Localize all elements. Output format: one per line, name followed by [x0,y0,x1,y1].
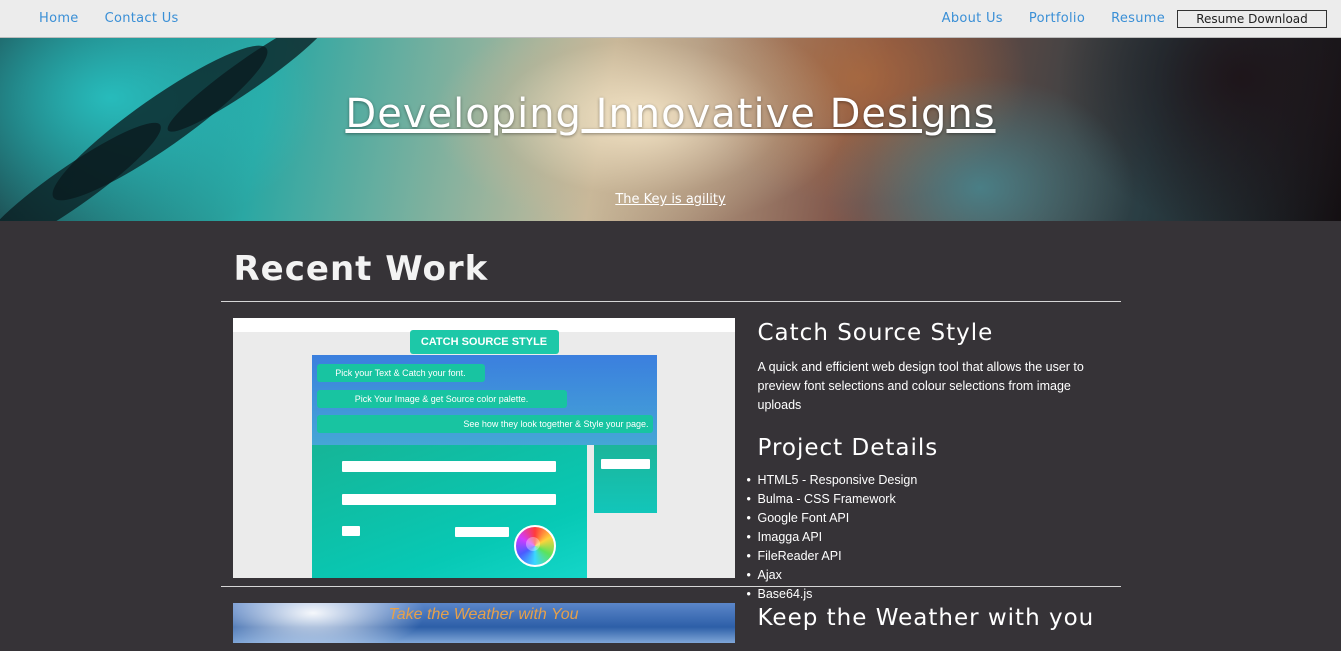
project-screenshot[interactable]: Take the Weather with You [232,603,735,643]
screenshot-header-pill: CATCH SOURCE STYLE [409,330,559,354]
detail-item: Bulma - CSS Framework [747,490,1118,509]
project-title: Catch Source Style [757,320,994,346]
screenshot-mini-input [341,526,360,536]
nav-link-portfolio[interactable]: Portfolio [1029,11,1085,26]
project-details-list: HTML5 - Responsive Design Bulma - CSS Fr… [747,471,1118,604]
detail-item: HTML5 - Responsive Design [747,471,1118,490]
screenshot-mini-input [600,459,650,469]
project-info: Catch Source Style A quick and efficient… [735,318,1118,604]
screenshot-header-text: Take the Weather with You [388,606,579,623]
screenshot-step-1: Pick your Text & Catch your font. [316,364,485,382]
nav-link-home[interactable]: Home [39,11,79,26]
screenshot-side-panel [593,445,657,513]
color-wheel-center [525,537,540,551]
project-title: Keep the Weather with you [757,605,1095,631]
hero-banner: Developing Innovative Designs The Key is… [0,38,1341,221]
project-card: CATCH SOURCE STYLE Pick your Text & Catc… [221,302,1121,604]
detail-item: FileReader API [747,547,1118,566]
color-wheel-icon [513,525,556,567]
detail-item: Imagga API [747,528,1118,547]
nav-link-resume[interactable]: Resume [1111,11,1165,26]
hero-title[interactable]: Developing Innovative Designs [0,91,1341,137]
screenshot-mini-input [341,461,556,472]
nav-left: Home Contact Us [39,11,205,26]
detail-item: Google Font API [747,509,1118,528]
screenshot-step-2: Pick Your Image & get Source color palet… [316,390,567,408]
screenshot-mini-input [341,494,556,505]
screenshot-mini-input [454,527,509,537]
resume-download-button[interactable]: Resume Download [1177,9,1327,28]
project-description: A quick and efficient web design tool th… [757,360,1084,412]
detail-item: Ajax [747,566,1118,585]
project-info: Keep the Weather with you [735,603,1095,647]
section-title: Recent Work [233,249,489,289]
hero-subtitle[interactable]: The Key is agility [0,192,1341,207]
detail-item: Base64.js [747,585,1118,604]
nav-link-about-us[interactable]: About Us [942,11,1003,26]
nav-link-contact-us[interactable]: Contact Us [105,11,179,26]
nav-right: About Us Portfolio Resume Resume Downloa… [916,9,1327,28]
project-screenshot[interactable]: CATCH SOURCE STYLE Pick your Text & Catc… [232,318,735,578]
project-details-title: Project Details [757,435,939,461]
top-navbar: Home Contact Us About Us Portfolio Resum… [0,0,1341,38]
screenshot-step-3: See how they look together & Style your … [316,415,653,433]
main-content: Recent Work CATCH SOURCE STYLE Pick your… [220,221,1121,647]
